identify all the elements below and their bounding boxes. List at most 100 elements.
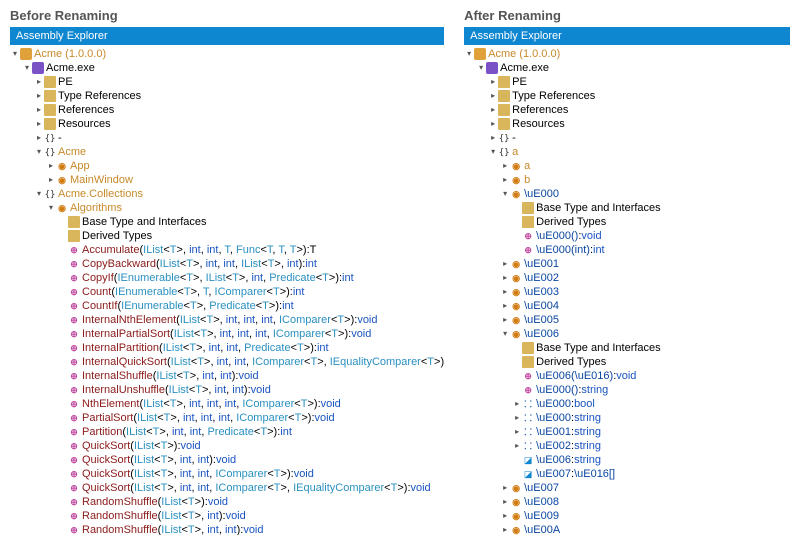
type-row[interactable]: ▸\uE001 <box>464 257 790 271</box>
field-row[interactable]: ▸\uE001 : string <box>464 425 790 439</box>
expand-icon[interactable]: ▾ <box>476 61 486 75</box>
expand-icon[interactable]: ▾ <box>488 145 498 159</box>
baseti-row[interactable]: Base Type and Interfaces <box>10 215 444 229</box>
ns-acme-row[interactable]: ▾Acme <box>10 145 444 159</box>
method-row[interactable]: \uE006(\uE016) : void <box>464 369 790 383</box>
expand-icon[interactable]: ▸ <box>34 75 44 89</box>
exe-row[interactable]: ▾ Acme.exe <box>10 61 444 75</box>
method-row[interactable]: InternalPartition(IList<T>, int, int, Pr… <box>10 341 444 355</box>
expand-icon[interactable]: ▸ <box>500 285 510 299</box>
method-row[interactable]: \uE000() : void <box>464 229 790 243</box>
ns-a-row[interactable]: ▾a <box>464 145 790 159</box>
expand-icon[interactable]: ▸ <box>34 131 44 145</box>
expand-icon[interactable]: ▸ <box>500 523 510 535</box>
method-row[interactable]: InternalNthElement(IList<T>, int, int, i… <box>10 313 444 327</box>
field-row[interactable]: ▸\uE000 : bool <box>464 397 790 411</box>
expand-icon[interactable]: ▸ <box>500 257 510 271</box>
method-row[interactable]: QuickSort(IList<T>) : void <box>10 439 444 453</box>
expand-icon[interactable]: ▸ <box>34 103 44 117</box>
expand-icon[interactable]: ▾ <box>46 201 56 215</box>
expand-icon[interactable]: ▾ <box>10 47 20 61</box>
expand-icon[interactable]: ▸ <box>488 89 498 103</box>
pe-row[interactable]: ▸PE <box>10 75 444 89</box>
field-row[interactable]: ▸\uE002 : string <box>464 439 790 453</box>
type-row[interactable]: ▸\uE003 <box>464 285 790 299</box>
class-e000-row[interactable]: ▾\uE000 <box>464 187 790 201</box>
expand-icon[interactable]: ▸ <box>46 173 56 187</box>
baseti-row[interactable]: Base Type and Interfaces <box>464 341 790 355</box>
refs-row[interactable]: ▸References <box>464 103 790 117</box>
method-row[interactable]: InternalQuickSort(IList<T>, int, int, IC… <box>10 355 444 369</box>
class-e006-row[interactable]: ▾\uE006 <box>464 327 790 341</box>
baseti-row[interactable]: Base Type and Interfaces <box>464 201 790 215</box>
method-row[interactable]: InternalPartialSort(IList<T>, int, int, … <box>10 327 444 341</box>
expand-icon[interactable]: ▸ <box>512 425 522 439</box>
method-row[interactable]: InternalShuffle(IList<T>, int, int) : vo… <box>10 369 444 383</box>
type-row[interactable]: ▸\uE002 <box>464 271 790 285</box>
typerefs-row[interactable]: ▸Type References <box>10 89 444 103</box>
type-row[interactable]: ▸\uE007 <box>464 481 790 495</box>
method-row[interactable]: InternalUnshuffle(IList<T>, int, int) : … <box>10 383 444 397</box>
dash-row[interactable]: ▸- <box>10 131 444 145</box>
method-row[interactable]: \uE000(int) : int <box>464 243 790 257</box>
pe-row[interactable]: ▸PE <box>464 75 790 89</box>
type-row[interactable]: ▸\uE005 <box>464 313 790 327</box>
refs-row[interactable]: ▸References <box>10 103 444 117</box>
method-row[interactable]: Accumulate(IList<T>, int, int, T, Func<T… <box>10 243 444 257</box>
method-row[interactable]: CopyIf(IEnumerable<T>, IList<T>, int, Pr… <box>10 271 444 285</box>
derived-row[interactable]: Derived Types <box>10 229 444 243</box>
method-row[interactable]: Count(IEnumerable<T>, T, IComparer<T>) :… <box>10 285 444 299</box>
expand-icon[interactable]: ▸ <box>512 397 522 411</box>
expand-icon[interactable]: ▾ <box>22 61 32 75</box>
expand-icon[interactable]: ▸ <box>488 75 498 89</box>
exe-row[interactable]: ▾Acme.exe <box>464 61 790 75</box>
res-row[interactable]: ▸Resources <box>464 117 790 131</box>
expand-icon[interactable]: ▸ <box>500 299 510 313</box>
expand-icon[interactable]: ▸ <box>500 509 510 523</box>
class-app-row[interactable]: ▸App <box>10 159 444 173</box>
res-row[interactable]: ▸Resources <box>10 117 444 131</box>
expand-icon[interactable]: ▸ <box>488 131 498 145</box>
expand-icon[interactable]: ▸ <box>500 271 510 285</box>
derived-row[interactable]: Derived Types <box>464 355 790 369</box>
expand-icon[interactable]: ▸ <box>512 439 522 453</box>
expand-icon[interactable]: ▸ <box>500 313 510 327</box>
expand-icon[interactable]: ▸ <box>500 159 510 173</box>
method-row[interactable]: CopyBackward(IList<T>, int, int, IList<T… <box>10 257 444 271</box>
method-row[interactable]: CountIf(IEnumerable<T>, Predicate<T>) : … <box>10 299 444 313</box>
expand-icon[interactable]: ▸ <box>34 117 44 131</box>
expand-icon[interactable]: ▾ <box>500 187 510 201</box>
type-row[interactable]: ▸\uE00A <box>464 523 790 535</box>
method-row[interactable]: QuickSort(IList<T>, int, int) : void <box>10 453 444 467</box>
class-algorithms-row[interactable]: ▾Algorithms <box>10 201 444 215</box>
method-row[interactable]: PartialSort(IList<T>, int, int, int, ICo… <box>10 411 444 425</box>
method-row[interactable]: RandomShuffle(IList<T>, int, int) : void <box>10 523 444 535</box>
expand-icon[interactable]: ▾ <box>464 47 474 61</box>
typerefs-row[interactable]: ▸Type References <box>464 89 790 103</box>
ns-collections-row[interactable]: ▾Acme.Collections <box>10 187 444 201</box>
expand-icon[interactable]: ▸ <box>46 159 56 173</box>
expand-icon[interactable]: ▾ <box>34 187 44 201</box>
expand-icon[interactable]: ▸ <box>500 481 510 495</box>
expand-icon[interactable]: ▾ <box>500 327 510 341</box>
derived-row[interactable]: Derived Types <box>464 215 790 229</box>
class-b-row[interactable]: ▸b <box>464 173 790 187</box>
method-row[interactable]: RandomShuffle(IList<T>, int) : void <box>10 509 444 523</box>
method-row[interactable]: QuickSort(IList<T>, int, int, IComparer<… <box>10 467 444 481</box>
method-row[interactable]: Partition(IList<T>, int, int, Predicate<… <box>10 425 444 439</box>
class-mainwindow-row[interactable]: ▸MainWindow <box>10 173 444 187</box>
type-row[interactable]: ▸\uE004 <box>464 299 790 313</box>
expand-icon[interactable]: ▾ <box>34 145 44 159</box>
expand-icon[interactable]: ▸ <box>34 89 44 103</box>
dash-row[interactable]: ▸- <box>464 131 790 145</box>
type-row[interactable]: ▸\uE009 <box>464 509 790 523</box>
expand-icon[interactable]: ▸ <box>488 103 498 117</box>
method-row[interactable]: RandomShuffle(IList<T>) : void <box>10 495 444 509</box>
expand-icon[interactable]: ▸ <box>488 117 498 131</box>
method-row[interactable]: \uE000() : string <box>464 383 790 397</box>
field-row[interactable]: \uE006 : string <box>464 453 790 467</box>
method-row[interactable]: NthElement(IList<T>, int, int, int, ICom… <box>10 397 444 411</box>
field-row[interactable]: \uE007 : \uE016[] <box>464 467 790 481</box>
expand-icon[interactable]: ▸ <box>512 411 522 425</box>
method-row[interactable]: QuickSort(IList<T>, int, int, IComparer<… <box>10 481 444 495</box>
